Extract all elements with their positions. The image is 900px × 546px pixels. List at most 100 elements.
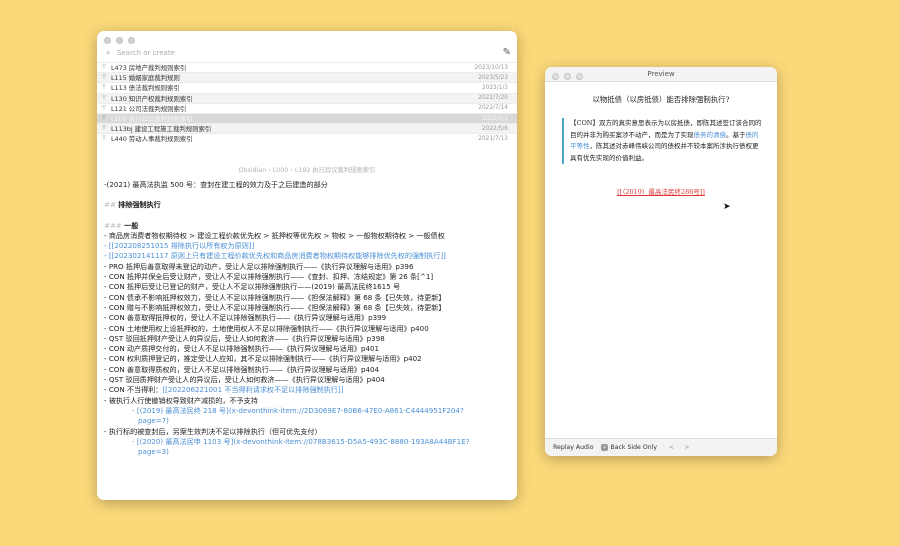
list-item-title: L121 公司法裁判规则索引 bbox=[111, 104, 187, 113]
editor-line: - 商品房消费者物权期待权 > 建设工程价款优先权 > 抵押权等优先权 > 物权… bbox=[104, 230, 445, 240]
new-note-icon[interactable]: ✎ bbox=[503, 47, 511, 58]
zoom-button[interactable] bbox=[576, 73, 583, 80]
editor-line: - CON 动产质押交付的，受让人不足以排除强制执行——《执行异议理解与适用》p… bbox=[104, 344, 380, 354]
editor-line: - QST 驳回质押财产受让人的异议后，受让人如何救济——《执行异议理解与适用》… bbox=[104, 375, 385, 385]
pin-icon: ⊤ bbox=[101, 94, 107, 102]
heading-text: 排除强制执行 bbox=[118, 200, 161, 210]
external-link[interactable]: - [(2020) 最高法民申 1103 号] bbox=[132, 437, 233, 446]
pin-icon: ⊤ bbox=[101, 84, 107, 92]
next-card-button[interactable]: > bbox=[684, 444, 689, 451]
back-side-only-checkbox[interactable]: ✓ Back Side Only bbox=[601, 444, 657, 451]
external-link-url[interactable]: (x-devonthink-item://2D3069E7-80B6-47E0-… bbox=[229, 406, 464, 415]
flashcard: 以物抵债（以房抵债）能否排除强制执行? 【CON】双方的真实意思表示为以房抵债，… bbox=[545, 82, 777, 438]
list-item-title: L473 房地产裁判规则索引 bbox=[111, 64, 187, 73]
heading-text: 一般 bbox=[124, 220, 139, 230]
line-text: - CON 不当得利： bbox=[104, 385, 163, 395]
editor-line: - CON 赠与不影响抵押权效力，受让人不足以排除强制执行——《担保法解释》第 … bbox=[104, 302, 446, 312]
wiki-link[interactable]: - [[202208251015 排除执行以所有权为原则]] bbox=[104, 241, 510, 251]
list-item[interactable]: ⊤ L115 婚姻家庭裁判规则 2023/5/23 bbox=[97, 72, 517, 83]
editor-line: - [(2019) 最高法民终 218 号](x-devonthink-item… bbox=[104, 406, 510, 416]
list-item[interactable]: ⊤ L473 房地产裁判规则索引 2023/10/13 bbox=[97, 62, 517, 72]
editor-line: - CON 善意取得质权的，受让人不足以排除强制执行——《执行异议理解与适用》p… bbox=[104, 364, 380, 374]
list-item-title: L130 知识产权裁判规则索引 bbox=[111, 94, 193, 103]
editor-line: -(2021) 最高法执监 500 号：查封在建工程的效力及于之后建造的部分 bbox=[104, 180, 328, 189]
pin-icon: ⊤ bbox=[101, 64, 107, 72]
minimize-button[interactable] bbox=[564, 73, 571, 80]
editor-line: - CON 抵押后受让已登记的财产，受让人不足以排除强制执行——(2019) 最… bbox=[104, 282, 401, 292]
editor-line: - 执行标的被查封后，另案生效判决不足以排除执行（但可优先支付） bbox=[104, 426, 322, 436]
list-item-date: 2022/7/20 bbox=[478, 95, 508, 102]
list-item-date: 2023/5/23 bbox=[478, 74, 508, 81]
list-item-date: 2023/10/13 bbox=[474, 64, 508, 71]
window-controls bbox=[104, 37, 135, 44]
list-item[interactable]: ⊤ L130 知识产权裁判规则索引 2022/7/20 bbox=[97, 92, 517, 103]
pin-icon: ⊤ bbox=[101, 74, 107, 82]
external-link-url-cont[interactable]: page=7) bbox=[104, 416, 510, 426]
notes-window: ⌕ ✎ ⊤ L473 房地产裁判规则索引 2023/10/13 ⊤ L115 婚姻家庭… bbox=[97, 31, 517, 500]
search-bar: ⌕ ✎ bbox=[103, 47, 511, 60]
checkbox-label: Back Side Only bbox=[610, 444, 657, 451]
editor-line: - CON 善意取得抵押权的，受让人不足以排除强制执行——《执行异议理解与适用》… bbox=[104, 313, 387, 323]
heading-2: ## 排除强制执行 bbox=[104, 200, 510, 210]
close-button[interactable] bbox=[552, 73, 559, 80]
editor-line: - CON 抵押并保全后受让财产，受让人不足以排除强制执行——《查封、扣押、冻结… bbox=[104, 272, 434, 282]
pin-icon: ⊤ bbox=[101, 125, 107, 133]
list-item-date: 2022/5/1 bbox=[481, 115, 508, 122]
list-item[interactable]: ⊤ L121 公司法裁判规则索引 2022/7/14 bbox=[97, 102, 517, 113]
list-item-selected[interactable]: ⊤ L109 执行异议裁判规则索引 2022/5/1 bbox=[97, 112, 517, 124]
zoom-button[interactable] bbox=[128, 37, 135, 44]
answer-text: 。基于 bbox=[726, 130, 746, 139]
close-button[interactable] bbox=[104, 37, 111, 44]
case-reference-link[interactable]: [[（2019）最高法民终286号]] bbox=[545, 186, 777, 196]
editor-line: - QST 驳回抵押财产受让人的异议后，受让人如何救济——《执行异议理解与适用》… bbox=[104, 333, 385, 343]
preview-toolbar: Replay Audio ✓ Back Side Only < > bbox=[545, 438, 777, 456]
list-item-date: 2021/7/13 bbox=[478, 135, 508, 142]
list-item-title: L113bj 建设工程施工裁判规则索引 bbox=[111, 125, 212, 134]
heading-marker: ### bbox=[104, 220, 122, 230]
wiki-link[interactable]: [[202206221001 不当得利请求权不足以排除强制执行]] bbox=[162, 385, 343, 394]
external-link-url[interactable]: (x-devonthink-item://078B3615-D5A5-493C-… bbox=[233, 437, 469, 446]
list-item-title: L115 婚姻家庭裁判规则 bbox=[111, 74, 180, 83]
replay-audio-button[interactable]: Replay Audio bbox=[551, 444, 595, 451]
heading-3: ### 一般 bbox=[104, 221, 510, 231]
note-list: ⊤ L473 房地产裁判规则索引 2023/10/13 ⊤ L115 婚姻家庭裁判规则… bbox=[97, 62, 517, 144]
answer-text: ，陈其述对赤峰伟峡公司的债权并不较本案所涉执行债权更具有优先实现的价值利益。 bbox=[570, 142, 759, 162]
editor-line: - PRO 抵押后善意取得未登记的动产，受让人足以排除强制执行——《执行异议理解… bbox=[104, 261, 414, 271]
answer-highlight: 债务的清偿 bbox=[693, 130, 727, 139]
list-item-date: 2023/1/3 bbox=[481, 84, 508, 91]
editor-line: - CON 权利质押登记的，推定受让人应知，其不足以排除强制执行——《执行异议理… bbox=[104, 354, 422, 364]
list-item[interactable]: ⊤ L440 劳动人事裁判规则索引 2021/7/13 bbox=[97, 133, 517, 143]
external-link[interactable]: - [(2019) 最高法民终 218 号] bbox=[132, 406, 229, 415]
pin-icon: ⊤ bbox=[101, 135, 107, 143]
pin-icon: ⊤ bbox=[101, 115, 107, 123]
search-input[interactable] bbox=[117, 47, 502, 59]
list-item[interactable]: ⊤ L113 债法裁判规则索引 2023/1/3 bbox=[97, 82, 517, 92]
card-navigation: < > bbox=[669, 444, 689, 451]
list-item-date: 2022/5/6 bbox=[481, 125, 508, 132]
editor-line: - CON 土地使用权上设抵押权的，土地使用权人不足以排除强制执行——《执行异议… bbox=[104, 323, 429, 333]
wiki-link[interactable]: - [[202302141117 原则上只有建设工程价款优先权和商品房消费者物权… bbox=[104, 251, 510, 261]
editor-line: - 被执行人行使撤销权导致财产减损的，不予支持 bbox=[104, 395, 258, 405]
heading-marker: ## bbox=[104, 200, 116, 210]
external-link-url-cont[interactable]: page=3) bbox=[104, 447, 510, 457]
pin-icon: ⊤ bbox=[101, 104, 107, 112]
editor-line: - CON 债承不影响抵押权效力，受让人不足以排除强制执行——《担保法解释》第 … bbox=[104, 292, 446, 302]
prev-card-button[interactable]: < bbox=[669, 444, 674, 451]
minimize-button[interactable] bbox=[116, 37, 123, 44]
checkbox-check-icon: ✓ bbox=[601, 444, 609, 451]
note-editor[interactable]: -(2021) 最高法执监 500 号：查封在建工程的效力及于之后建造的部分 #… bbox=[104, 180, 510, 457]
preview-window: Preview 以物抵债（以房抵债）能否排除强制执行? 【CON】双方的真实意思… bbox=[545, 67, 777, 456]
list-item[interactable]: ⊤ L113bj 建设工程施工裁判规则索引 2022/5/6 bbox=[97, 123, 517, 134]
list-item-title: L113 债法裁判规则索引 bbox=[111, 84, 180, 93]
list-item-title: L440 劳动人事裁判规则索引 bbox=[111, 135, 193, 144]
card-question: 以物抵债（以房抵债）能否排除强制执行? bbox=[592, 95, 730, 104]
window-controls bbox=[552, 73, 583, 80]
card-answer: 【CON】双方的真实意思表示为以房抵债，即陈其述签订该合同的目的并非为购买案涉不… bbox=[562, 118, 762, 164]
editor-line: - CON 不当得利：[[202206221001 不当得利请求权不足以排除强制… bbox=[104, 385, 510, 395]
breadcrumb: Obsidian › L000 › L192 执行异议裁判规则索引 bbox=[238, 167, 376, 174]
list-item-title: L109 执行异议裁判规则索引 bbox=[111, 115, 193, 124]
mouse-cursor-icon: ➤ bbox=[723, 202, 731, 212]
search-icon: ⌕ bbox=[106, 48, 111, 57]
